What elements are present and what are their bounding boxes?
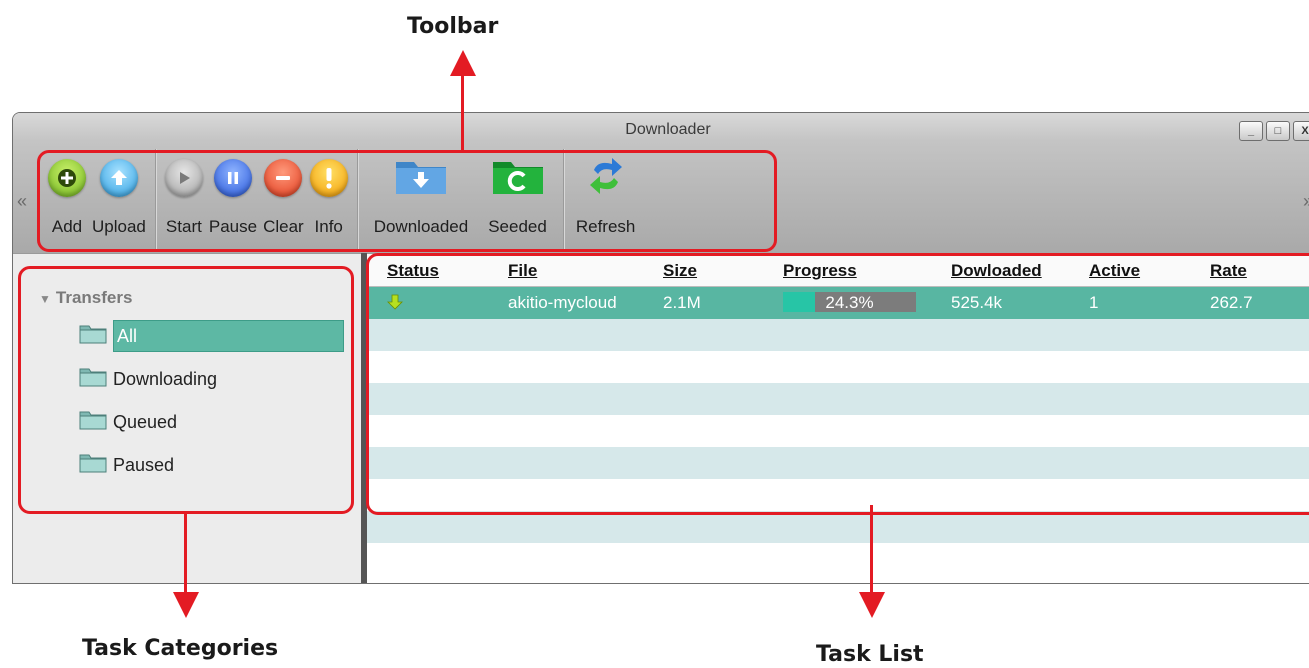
window-title: Downloader <box>625 121 711 138</box>
column-header-rate[interactable]: Rate <box>1210 261 1247 281</box>
category-paused[interactable]: Paused <box>79 450 174 480</box>
empty-row <box>367 351 1309 383</box>
tree-root-label: Transfers <box>55 288 133 307</box>
category-queued[interactable]: Queued <box>79 407 177 437</box>
down-arrow-icon <box>387 294 403 315</box>
pause-icon <box>213 159 252 197</box>
info-button[interactable]: Info <box>307 149 351 249</box>
minus-icon <box>264 159 303 197</box>
task-list-annotation: Task List <box>816 642 924 667</box>
column-header-status[interactable]: Status <box>387 261 439 281</box>
downloaded-button[interactable]: Downloaded <box>364 149 479 249</box>
empty-row <box>367 511 1309 543</box>
refresh-button[interactable]: Refresh <box>570 149 642 249</box>
empty-row <box>367 447 1309 479</box>
clear-label: Clear <box>263 217 304 236</box>
upload-label: Upload <box>92 217 146 236</box>
downloader-window: Downloader _ □ X « » Add Upload <box>12 112 1309 584</box>
cell-rate: 262.7 <box>1210 293 1253 312</box>
start-button[interactable]: Start <box>162 149 206 249</box>
task-grid: Status File Size Progress Dowloaded Acti… <box>367 254 1309 575</box>
plus-icon <box>48 159 86 197</box>
refresh-icon <box>586 154 626 203</box>
downloaded-folder-icon <box>394 156 448 201</box>
progress-bar: 24.3% <box>783 292 916 312</box>
maximize-button[interactable]: □ <box>1266 121 1290 141</box>
task-categories-pane: ▼ Transfers All Downloading Queued Paused <box>13 253 361 583</box>
play-icon <box>164 159 203 197</box>
progress-text: 24.3% <box>825 293 874 312</box>
column-header-file[interactable]: File <box>508 261 537 281</box>
title-bar: Downloader _ □ X « » Add Upload <box>13 113 1309 253</box>
seeded-button[interactable]: Seeded <box>478 149 557 249</box>
categories-arrow-head <box>173 592 199 618</box>
toolbar-annotation: Toolbar <box>407 14 499 39</box>
downloaded-label: Downloaded <box>373 217 469 236</box>
toolbar-group-refresh: Refresh <box>564 149 648 249</box>
clear-button[interactable]: Clear <box>260 149 307 249</box>
grid-header: Status File Size Progress Dowloaded Acti… <box>367 254 1309 287</box>
folder-icon <box>79 367 107 392</box>
close-button[interactable]: X <box>1293 121 1309 141</box>
empty-row <box>367 543 1309 575</box>
tree-root-transfers[interactable]: ▼ Transfers <box>39 288 132 308</box>
task-list-arrow <box>870 505 873 593</box>
toolbar-arrow <box>461 68 464 150</box>
category-downloading[interactable]: Downloading <box>79 364 217 394</box>
pause-label: Pause <box>208 217 258 236</box>
toolbar: Add Upload Start Pause Clear Info Downlo… <box>39 149 647 249</box>
column-header-progress[interactable]: Progress <box>783 261 857 281</box>
pause-button[interactable]: Pause <box>206 149 260 249</box>
toolbar-group-add: Add Upload <box>39 149 156 249</box>
toolbar-group-folders: Downloaded Seeded <box>358 149 564 249</box>
upload-icon <box>99 159 138 197</box>
window-controls: _ □ X <box>1239 121 1309 141</box>
task-list-arrow-head <box>859 592 885 618</box>
categories-arrow <box>184 514 187 594</box>
minimize-button[interactable]: _ <box>1239 121 1263 141</box>
toolbar-group-control: Start Pause Clear Info <box>156 149 358 249</box>
task-list-pane: Status File Size Progress Dowloaded Acti… <box>367 253 1309 583</box>
empty-row <box>367 479 1309 511</box>
category-label: All <box>113 320 344 352</box>
category-label: Downloading <box>113 368 218 389</box>
add-label: Add <box>51 217 83 236</box>
seeded-folder-icon <box>491 156 545 201</box>
task-categories-annotation: Task Categories <box>82 636 279 661</box>
seeded-label: Seeded <box>488 217 547 236</box>
toolbar-scroll-left[interactable]: « <box>17 191 27 212</box>
collapse-triangle-icon[interactable]: ▼ <box>39 292 51 306</box>
info-label: Info <box>314 217 343 236</box>
folder-icon <box>79 324 107 349</box>
column-header-active[interactable]: Active <box>1089 261 1140 281</box>
toolbar-scroll-right[interactable]: » <box>1303 191 1309 212</box>
cell-size: 2.1M <box>663 293 701 312</box>
column-header-downloaded[interactable]: Dowloaded <box>951 261 1042 281</box>
add-button[interactable]: Add <box>45 149 89 249</box>
start-label: Start <box>165 217 202 236</box>
exclamation-icon <box>309 159 348 197</box>
toolbar-arrow-head <box>450 50 476 76</box>
folder-icon <box>79 453 107 478</box>
category-label: Queued <box>113 411 178 432</box>
table-row[interactable]: akitio-mycloud 2.1M 24.3% 525.4k 1 262.7 <box>367 287 1309 319</box>
upload-button[interactable]: Upload <box>89 149 149 249</box>
category-label: Paused <box>113 454 175 475</box>
category-all[interactable]: All <box>79 320 344 352</box>
column-header-size[interactable]: Size <box>663 261 697 281</box>
empty-row <box>367 383 1309 415</box>
folder-icon <box>79 410 107 435</box>
empty-row <box>367 319 1309 351</box>
empty-row <box>367 415 1309 447</box>
cell-file: akitio-mycloud <box>508 293 617 312</box>
refresh-label: Refresh <box>575 217 636 236</box>
cell-active: 1 <box>1089 293 1099 312</box>
cell-downloaded: 525.4k <box>951 293 1003 312</box>
